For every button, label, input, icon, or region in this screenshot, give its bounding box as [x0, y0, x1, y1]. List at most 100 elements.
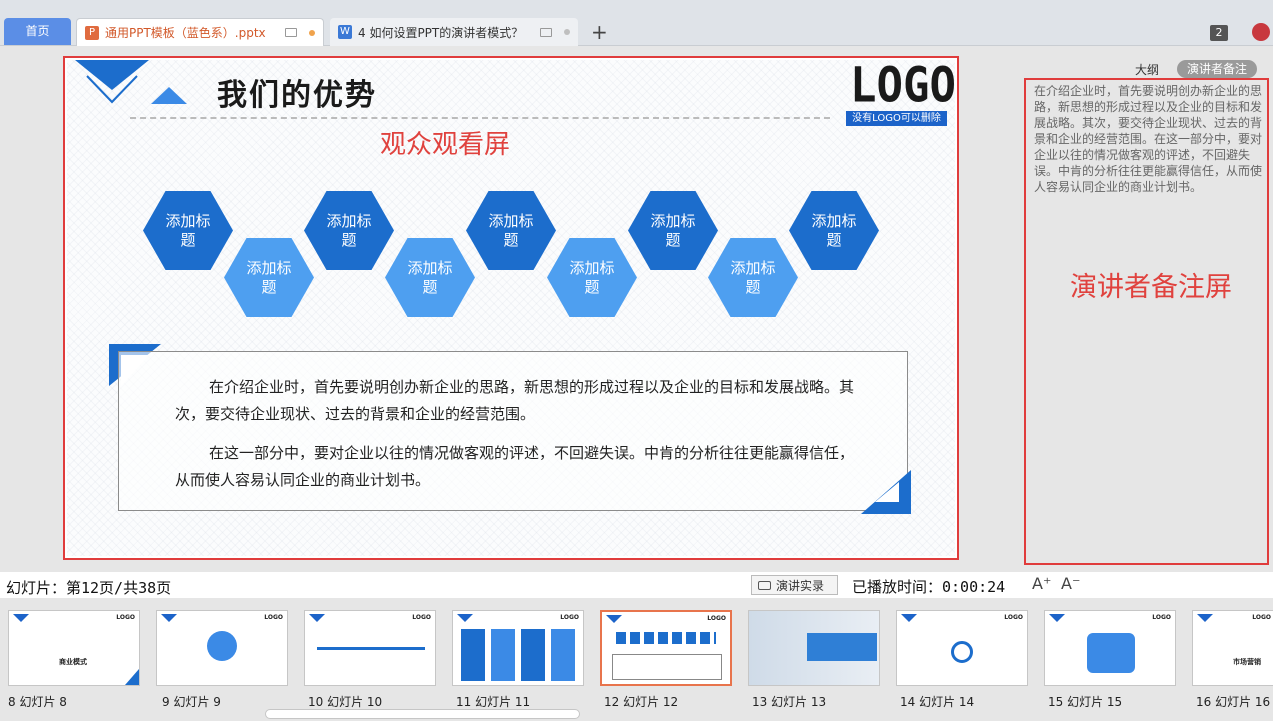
- thumb-decoration: [612, 654, 722, 680]
- tab-label: 4 如何设置PPT的演讲者模式？: [358, 25, 524, 40]
- thumb-logo: LOGO: [1152, 614, 1171, 621]
- thumb-decoration: [616, 632, 716, 644]
- unsaved-dot-icon[interactable]: [309, 29, 315, 36]
- box-corner-decoration: [861, 470, 911, 514]
- slide-title: 我们的优势: [217, 78, 377, 113]
- thumb-decoration: [317, 647, 425, 650]
- thumb-decoration: [1087, 633, 1135, 673]
- thumb-text: 商业模式: [59, 658, 87, 666]
- hexagon-title[interactable]: 添加标题: [304, 191, 394, 270]
- thumbnail-caption: 8 幻灯片 8: [8, 695, 67, 709]
- thumb-text: 市场营销: [1233, 658, 1261, 666]
- title-divider: [130, 117, 830, 119]
- thumbnail-caption: 12 幻灯片 12: [604, 695, 679, 709]
- thumbnail-caption: 9 幻灯片 9: [162, 695, 221, 709]
- word-file-icon: W: [338, 25, 352, 39]
- monitor-icon[interactable]: [285, 28, 297, 37]
- hexagon-title[interactable]: 添加标题: [789, 191, 879, 270]
- close-dot-icon[interactable]: [564, 29, 570, 35]
- hexagon-title[interactable]: 添加标题: [547, 238, 637, 317]
- thumb-decoration: [551, 629, 575, 681]
- audience-screen-frame: 我们的优势 LOGO 没有LOGO可以删除 观众观看屏 添加标题 添加标题 添加…: [63, 56, 959, 560]
- speaker-notes-panel[interactable]: 在介绍企业时，首先要说明创办新企业的思路，新思想的形成过程以及企业的目标和发展战…: [1024, 78, 1269, 565]
- thumbnail-caption: 16 幻灯片 16: [1196, 695, 1271, 709]
- paragraph: 在这一部分中，要对企业以往的情况做客观的评述，不回避失误。中肯的分析往往更能赢得…: [175, 444, 855, 489]
- speaker-notes-text[interactable]: 在介绍企业时，首先要说明创办新企业的思路，新思想的形成过程以及企业的目标和发展战…: [1034, 83, 1267, 195]
- slide-thumbnail[interactable]: LOGO: [452, 610, 584, 686]
- slide-thumbnail[interactable]: LOGO 市场营销: [1192, 610, 1273, 686]
- slide-thumbnail[interactable]: LOGO: [304, 610, 436, 686]
- speaker-notes-label: 演讲者备注屏: [1070, 272, 1232, 303]
- thumbnail-caption: 15 幻灯片 15: [1048, 695, 1123, 709]
- camera-icon: [758, 580, 771, 590]
- thumb-logo: LOGO: [116, 614, 135, 621]
- thumb-logo: LOGO: [1004, 614, 1023, 621]
- thumbnail-caption: 10 幻灯片 10: [308, 695, 383, 709]
- avatar[interactable]: [1252, 23, 1270, 41]
- thumb-triangle-icon: [13, 614, 29, 622]
- slide-counter: 幻灯片：第12页/共38页: [6, 579, 172, 597]
- font-increase-button[interactable]: A⁺: [1032, 574, 1051, 593]
- paragraph: 在介绍企业时，首先要说明创办新企业的思路，新思想的形成过程以及企业的目标和发展战…: [175, 378, 855, 423]
- thumb-decoration: [521, 629, 545, 681]
- thumb-decoration: [951, 641, 973, 663]
- thumb-triangle-icon: [1049, 614, 1065, 622]
- presenter-view: 首页 P 通用PPT模板（蓝色系）.pptx W 4 如何设置PPT的演讲者模式…: [0, 0, 1273, 721]
- thumbnail-strip: LOGO 商业模式 8 幻灯片 8 LOGO 9 幻灯片 9 LOGO 10 幻…: [0, 598, 1273, 721]
- record-button[interactable]: 演讲实录: [751, 575, 838, 595]
- hexagon-title[interactable]: 添加标题: [143, 191, 233, 270]
- window-count-badge[interactable]: 2: [1210, 25, 1228, 41]
- thumb-logo: LOGO: [707, 615, 726, 622]
- thumb-decoration: [207, 631, 237, 661]
- thumb-triangle-icon: [901, 614, 917, 622]
- logo: LOGO: [850, 57, 956, 114]
- slide-thumbnail[interactable]: LOGO: [896, 610, 1028, 686]
- thumbnail-caption: 13 幻灯片 13: [752, 695, 827, 709]
- text-box[interactable]: 在介绍企业时，首先要说明创办新企业的思路，新思想的形成过程以及企业的目标和发展战…: [118, 351, 908, 511]
- thumb-triangle-icon: [1197, 614, 1213, 622]
- thumb-decoration: [491, 629, 515, 681]
- tab-label: 通用PPT模板（蓝色系）.pptx: [105, 26, 266, 40]
- slide-thumbnail[interactable]: LOGO 商业模式: [8, 610, 140, 686]
- tab-speaker-notes[interactable]: 演讲者备注: [1177, 60, 1257, 78]
- thumb-triangle-icon: [161, 614, 177, 622]
- current-slide[interactable]: 我们的优势 LOGO 没有LOGO可以删除 观众观看屏 添加标题 添加标题 添加…: [67, 57, 956, 556]
- thumb-triangle-icon: [606, 615, 622, 623]
- record-button-label: 演讲实录: [776, 578, 825, 593]
- tab-word-document[interactable]: W 4 如何设置PPT的演讲者模式？: [330, 18, 578, 46]
- slide-thumbnail[interactable]: LOGO: [1044, 610, 1176, 686]
- new-tab-button[interactable]: +: [591, 20, 608, 44]
- thumb-logo: LOGO: [412, 614, 431, 621]
- thumb-decoration: [807, 633, 877, 661]
- audience-screen-label: 观众观看屏: [380, 130, 511, 160]
- hexagon-title[interactable]: 添加标题: [385, 238, 475, 317]
- thumb-logo: LOGO: [264, 614, 283, 621]
- slide-thumbnail[interactable]: LOGO: [156, 610, 288, 686]
- hexagon-title[interactable]: 添加标题: [628, 191, 718, 270]
- thumb-logo: LOGO: [1252, 614, 1271, 621]
- font-decrease-button[interactable]: A⁻: [1061, 574, 1080, 593]
- hexagon-title[interactable]: 添加标题: [224, 238, 314, 317]
- monitor-icon[interactable]: [540, 27, 552, 37]
- thumb-triangle-icon: [309, 614, 325, 622]
- hexagon-title[interactable]: 添加标题: [466, 191, 556, 270]
- hexagon-title[interactable]: 添加标题: [708, 238, 798, 317]
- thumbnail-scrollbar[interactable]: [265, 709, 580, 719]
- logo-note: 没有LOGO可以删除: [846, 111, 947, 126]
- play-time: 已播放时间：0:00:24: [852, 578, 1006, 596]
- thumb-decoration: [125, 669, 139, 685]
- ppt-file-icon: P: [85, 25, 99, 40]
- slide-thumbnail[interactable]: [748, 610, 880, 686]
- thumb-decoration: [461, 629, 485, 681]
- slide-thumbnail-active[interactable]: LOGO: [600, 610, 732, 686]
- tab-bar: 首页 P 通用PPT模板（蓝色系）.pptx W 4 如何设置PPT的演讲者模式…: [0, 0, 1273, 46]
- thumb-logo: LOGO: [560, 614, 579, 621]
- thumbnail-caption: 11 幻灯片 11: [456, 695, 531, 709]
- tab-outline[interactable]: 大纲: [1135, 61, 1159, 78]
- home-tab[interactable]: 首页: [4, 18, 71, 45]
- thumb-triangle-icon: [457, 614, 473, 622]
- thumbnail-caption: 14 幻灯片 14: [900, 695, 975, 709]
- status-bar: 幻灯片：第12页/共38页 演讲实录 已播放时间：0:00:24 A⁺ A⁻: [0, 572, 1273, 598]
- tab-ppt-document[interactable]: P 通用PPT模板（蓝色系）.pptx: [76, 18, 324, 46]
- corner-triangle-icon: [75, 60, 187, 104]
